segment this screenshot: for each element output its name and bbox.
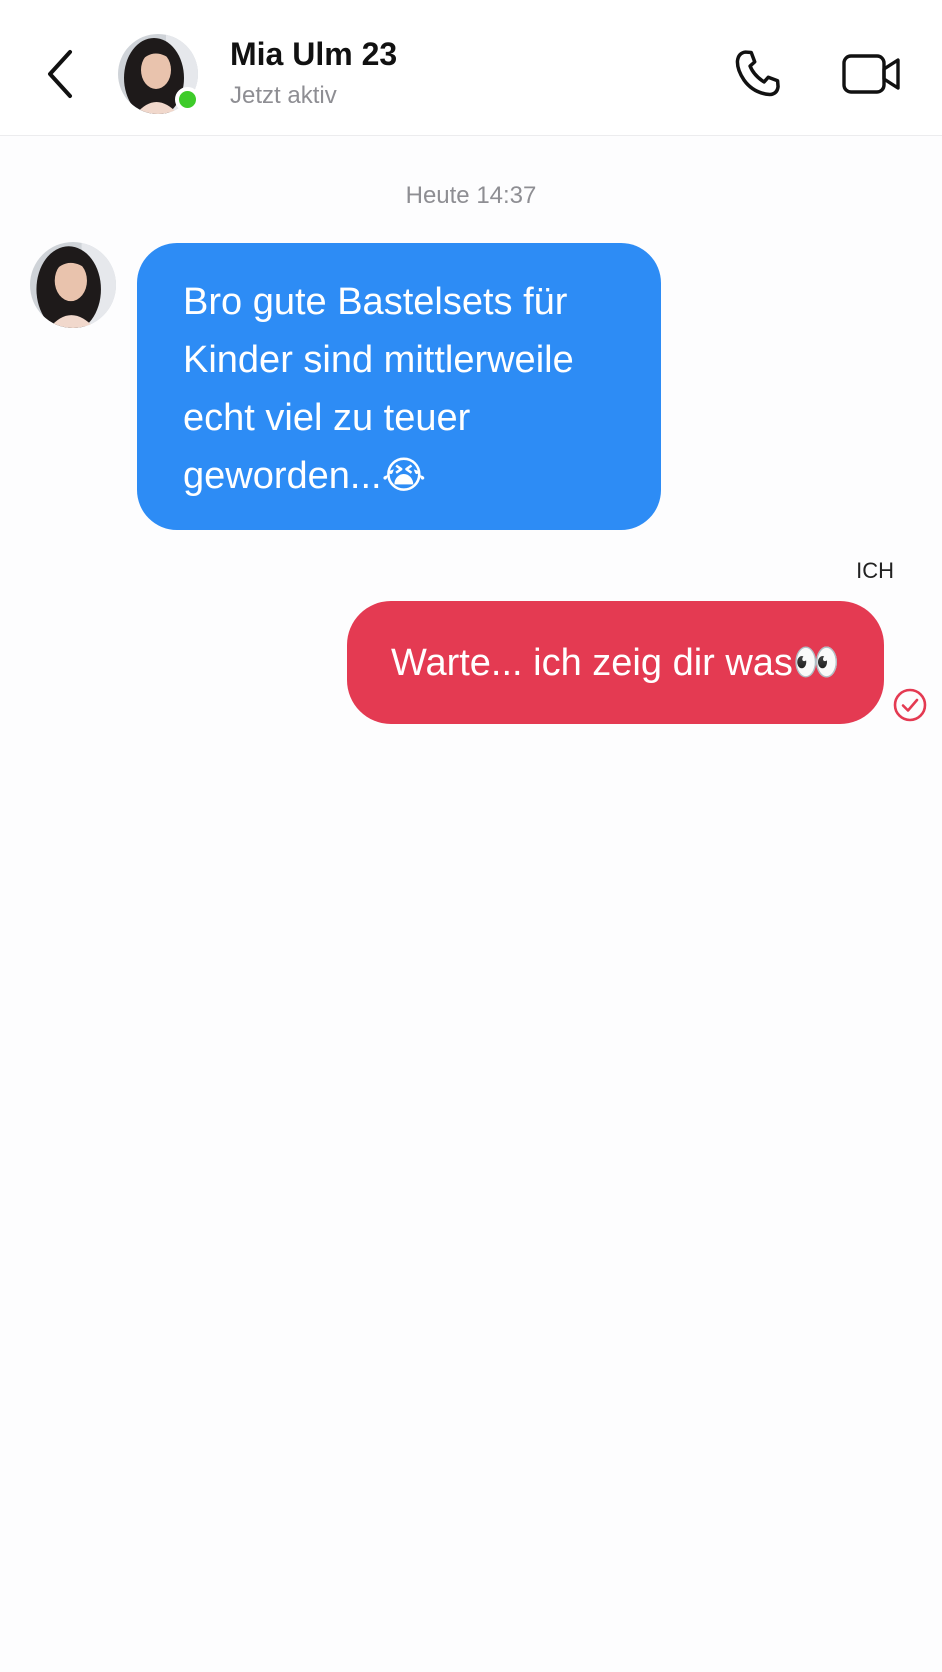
contact-name[interactable]: Mia Ulm 23 bbox=[230, 36, 397, 73]
call-button[interactable] bbox=[730, 46, 786, 102]
back-button[interactable] bbox=[40, 46, 80, 102]
outgoing-message-text: Warte... ich zeig dir was👀 bbox=[391, 641, 841, 684]
video-call-button[interactable] bbox=[840, 46, 904, 102]
check-circle-icon bbox=[893, 688, 927, 722]
incoming-message-text: Bro gute Bastelsets für Kinder sind mitt… bbox=[183, 281, 574, 497]
online-indicator bbox=[175, 87, 200, 112]
chat-header: Mia Ulm 23 Jetzt aktiv bbox=[0, 0, 942, 136]
chat-timestamp: Heute 14:37 bbox=[405, 182, 537, 209]
message-avatar[interactable] bbox=[30, 242, 116, 328]
sender-label: ICH bbox=[856, 558, 894, 583]
chevron-left-icon bbox=[48, 50, 72, 98]
incoming-message-bubble[interactable]: Bro gute Bastelsets für Kinder sind mitt… bbox=[137, 243, 661, 530]
contact-status: Jetzt aktiv bbox=[230, 82, 337, 109]
outgoing-message-bubble[interactable]: Warte... ich zeig dir was👀 bbox=[347, 601, 884, 724]
video-camera-icon bbox=[842, 54, 900, 94]
phone-icon bbox=[735, 50, 780, 97]
